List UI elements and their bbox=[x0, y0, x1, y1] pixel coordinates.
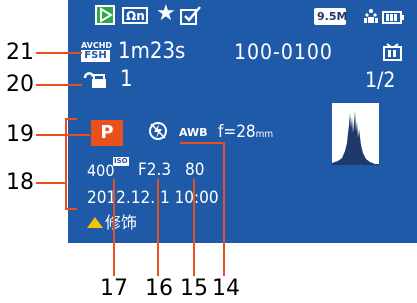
callout-line-14-vertical bbox=[223, 142, 225, 276]
recording-mode-label: P bbox=[100, 122, 114, 143]
playback-icon bbox=[95, 5, 115, 25]
callout-21: 21 bbox=[6, 40, 34, 65]
up-arrow-icon bbox=[87, 217, 103, 228]
megapixel-badge: 9.5M bbox=[314, 8, 348, 25]
print-count: 1 bbox=[120, 67, 133, 92]
import-icon bbox=[383, 43, 402, 61]
callout-line-14-horizontal bbox=[180, 142, 224, 144]
callout-line-18 bbox=[36, 182, 66, 184]
protect-icon-text: Ωn bbox=[126, 9, 145, 23]
protect-icon: Ωn bbox=[122, 7, 148, 24]
print-setting-icon bbox=[81, 69, 111, 91]
avchd-label: AVCHD bbox=[81, 41, 113, 50]
callout-line-21 bbox=[36, 52, 82, 54]
focal-length-value: f=28 bbox=[218, 122, 256, 142]
flash-off-icon bbox=[148, 121, 168, 141]
iso-label: ISO bbox=[113, 157, 129, 166]
callout-line-16 bbox=[157, 179, 159, 276]
focal-length: f=28mm bbox=[218, 122, 273, 145]
callout-line-15 bbox=[193, 179, 195, 276]
histogram bbox=[332, 103, 379, 165]
callout-20: 20 bbox=[6, 72, 34, 97]
callout-19: 19 bbox=[6, 122, 34, 147]
recording-datetime: 2012.12. 1 10:00 bbox=[87, 188, 219, 208]
callout-17: 17 bbox=[100, 276, 128, 301]
retouch-button[interactable]: 修饰 bbox=[87, 213, 167, 233]
checkbox-icon bbox=[180, 6, 202, 26]
callout-16: 16 bbox=[145, 276, 173, 301]
recording-mode-badge: P bbox=[91, 120, 123, 146]
shutter-speed: 80 bbox=[185, 160, 205, 180]
callout-18: 18 bbox=[6, 170, 34, 195]
favorite-star-icon: ★ bbox=[156, 1, 176, 26]
callout-line-19 bbox=[36, 134, 90, 136]
camera-lcd-screen: Ωn ★ 9.5M AVCHD FSH 1m23s 100-0100 1 1/2… bbox=[68, 0, 417, 243]
folder-file-number: 100-0100 bbox=[234, 40, 333, 64]
page-indicator: 1/2 bbox=[365, 68, 396, 92]
focal-length-unit: mm bbox=[255, 129, 274, 140]
callout-15: 15 bbox=[180, 276, 208, 301]
avchd-badge: AVCHD FSH bbox=[81, 41, 113, 63]
aperture-value: F2.3 bbox=[138, 160, 172, 180]
fsh-label: FSH bbox=[81, 50, 110, 62]
recording-duration: 1m23s bbox=[118, 39, 186, 64]
white-balance-label: AWB bbox=[179, 126, 208, 139]
bracket-top bbox=[65, 118, 77, 120]
callout-line-17 bbox=[113, 179, 115, 276]
callout-line-20 bbox=[36, 84, 82, 86]
battery-icon bbox=[382, 9, 404, 24]
bracket-vertical bbox=[65, 118, 67, 210]
megapixel-text: 9.5M bbox=[317, 10, 348, 23]
retouch-label: 修饰 bbox=[105, 213, 138, 232]
family-icon bbox=[363, 8, 379, 24]
callout-14: 14 bbox=[212, 276, 240, 301]
bracket-bottom bbox=[65, 208, 77, 210]
iso-value: 400 bbox=[87, 161, 115, 180]
